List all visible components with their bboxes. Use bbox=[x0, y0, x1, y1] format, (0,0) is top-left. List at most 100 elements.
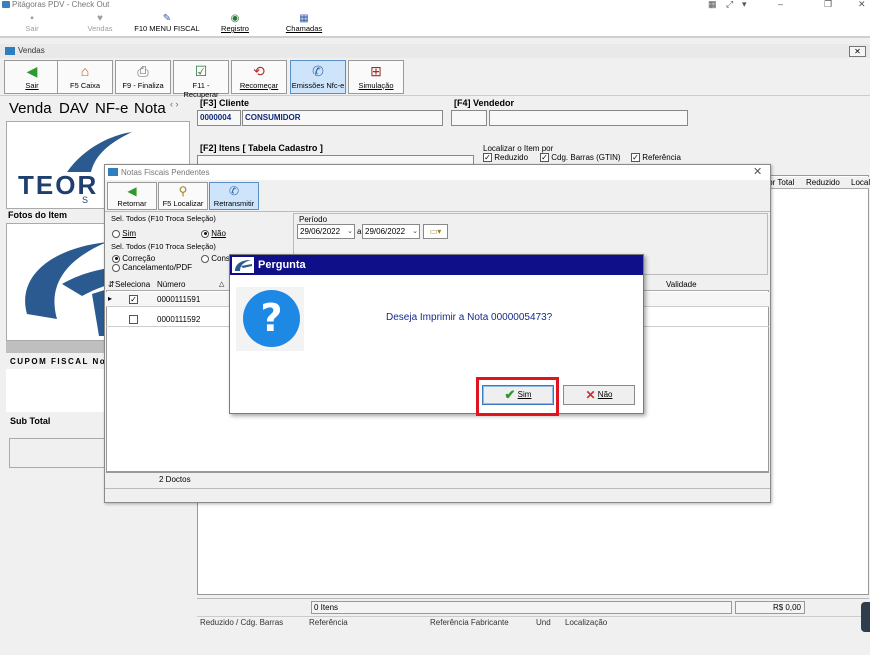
subtotal-label: Sub Total bbox=[10, 416, 51, 426]
retransmit-icon: ✆ bbox=[228, 184, 240, 198]
date-to-field[interactable]: 29/06/2022 ⌄ bbox=[362, 224, 420, 239]
vendas-top-button[interactable]: ♥ Vendas bbox=[84, 13, 116, 37]
radio-nao[interactable]: Não bbox=[201, 229, 226, 238]
sel-todos-label-2: Sel. Todos (F10 Troca Seleção) bbox=[111, 242, 216, 251]
notas-close-icon[interactable]: ✕ bbox=[753, 165, 762, 180]
recomecar-button[interactable]: ⟲ Recomeçar bbox=[231, 60, 287, 94]
col-referencia: Referência bbox=[309, 618, 348, 627]
localizar-button[interactable]: ⚲ F5 Localizar bbox=[158, 182, 208, 210]
chevron-down-icon[interactable]: ▾ bbox=[742, 0, 747, 9]
radio-cancelamento-label: Cancelamento/PDF bbox=[122, 263, 193, 272]
retransmitir-button[interactable]: ✆ Retransmitir bbox=[209, 182, 259, 210]
sair-top-label: Sair bbox=[25, 24, 39, 33]
exit-arrow-icon: ◀ bbox=[26, 63, 38, 79]
calendar-button[interactable]: ▭▾ bbox=[423, 224, 448, 239]
cliente-name-field[interactable]: CONSUMIDOR bbox=[242, 110, 443, 126]
localizar-referencia[interactable]: ✓ Referência bbox=[631, 153, 681, 163]
vendedor-name-field[interactable] bbox=[489, 110, 688, 126]
caixa-label: F5 Caixa bbox=[69, 81, 100, 90]
restart-icon: ⟲ bbox=[253, 63, 265, 79]
recuperar-button[interactable]: ☑ F11 - Recuperar bbox=[173, 60, 229, 99]
col-seleciona-icon: ⇵ bbox=[108, 280, 115, 289]
radio-correcao[interactable]: Correção bbox=[112, 254, 155, 263]
tab-scroll-arrows[interactable]: ‹ › bbox=[170, 99, 179, 109]
vendas-title: Vendas bbox=[18, 46, 45, 55]
col-referencia-fabricante: Referência Fabricante bbox=[430, 618, 509, 627]
binoculars-icon: ⚲ bbox=[178, 184, 188, 198]
cliente-label: [F3] Cliente bbox=[200, 98, 250, 108]
items-label: [F2] Itens [ Tabela Cadastro ] bbox=[200, 143, 323, 153]
items-count: 0 Itens bbox=[311, 601, 732, 614]
row-numero: 0000111592 bbox=[157, 315, 201, 324]
nao-button[interactable]: ✕ Não bbox=[563, 385, 635, 405]
simulacao-label: Simulação bbox=[358, 81, 394, 90]
nao-label: Não bbox=[597, 390, 613, 399]
logo-swoosh-icon bbox=[235, 260, 252, 271]
restore-icon[interactable]: ❐ bbox=[824, 0, 832, 9]
sair-button[interactable]: ◀ Sair bbox=[4, 60, 60, 94]
col-localizacao[interactable]: Locali bbox=[851, 178, 870, 187]
registro-button[interactable]: ◉ Registro bbox=[218, 13, 252, 37]
tab-dav[interactable]: DAV bbox=[59, 100, 89, 117]
radio-nao-label: Não bbox=[211, 229, 226, 238]
simulation-icon: ⊞ bbox=[370, 63, 382, 79]
side-chat-widget[interactable] bbox=[861, 602, 870, 632]
col-reduzido[interactable]: Reduzido bbox=[806, 178, 840, 187]
register-icon: ◉ bbox=[230, 13, 240, 24]
radio-cons-icon bbox=[201, 254, 209, 263]
periodo-label: Período bbox=[299, 215, 328, 224]
doc-count: 2 Doctos bbox=[159, 475, 191, 484]
minimize-icon[interactable]: – bbox=[778, 0, 783, 9]
calls-icon: ▦ bbox=[299, 13, 309, 24]
finaliza-label: F9 - Finaliza bbox=[122, 81, 164, 90]
close-icon[interactable]: ✕ bbox=[858, 0, 866, 9]
menu-fiscal-button[interactable]: ✎ F10 MENU FISCAL bbox=[134, 13, 200, 37]
col-localizacao-detail: Localização bbox=[565, 618, 608, 627]
calendar-icon: ▭▾ bbox=[429, 227, 442, 236]
question-icon: ? bbox=[243, 290, 300, 347]
exit-icon: ▪ bbox=[30, 13, 34, 24]
finaliza-button[interactable]: ⎙ F9 - Finaliza bbox=[115, 60, 171, 94]
localizar-reduzido[interactable]: ✓ Reduzido bbox=[483, 153, 528, 163]
app-title: Pitágoras PDV - Check Out bbox=[12, 0, 110, 9]
localizar-label-btn: F5 Localizar bbox=[162, 199, 204, 208]
notas-title: Notas Fiscais Pendentes bbox=[121, 168, 210, 177]
vendas-close-button[interactable]: ✕ bbox=[849, 46, 866, 57]
cart-icon: ♥ bbox=[97, 13, 103, 24]
cliente-code-field[interactable]: 0000004 bbox=[197, 110, 241, 126]
tab-nfe[interactable]: NF-e bbox=[95, 100, 128, 117]
expand-icon[interactable]: ⤢ bbox=[726, 0, 733, 9]
grid-icon[interactable]: ▦ bbox=[708, 0, 717, 9]
localizar-gtin[interactable]: ✓ Cdg. Barras (GTIN) bbox=[540, 153, 621, 163]
row-select-checkbox[interactable]: ✓ bbox=[129, 295, 138, 305]
radio-sim[interactable]: Sim bbox=[112, 229, 136, 238]
row-select-checkbox[interactable] bbox=[129, 315, 138, 325]
pergunta-title-bar: Pergunta bbox=[230, 255, 643, 275]
vendas-top-label: Vendas bbox=[87, 24, 113, 33]
retornar-button[interactable]: ◀ Retornar bbox=[107, 182, 157, 210]
col-validade[interactable]: Validade bbox=[666, 280, 697, 289]
sim-button-highlight bbox=[476, 377, 559, 416]
chamadas-button[interactable]: ▦ Chamadas bbox=[284, 13, 324, 37]
vendedor-code-field[interactable] bbox=[451, 110, 487, 126]
radio-cons[interactable]: Cons bbox=[201, 254, 230, 263]
localizar-label: Localizar o Item por bbox=[483, 144, 554, 153]
vendas-window-icon bbox=[5, 47, 15, 55]
sair-top-button[interactable]: ▪ Sair bbox=[18, 13, 46, 37]
col-seleciona[interactable]: Seleciona bbox=[115, 280, 150, 289]
check-icon: ✓ bbox=[540, 153, 549, 163]
tab-venda[interactable]: Venda bbox=[9, 100, 52, 117]
simulacao-button[interactable]: ⊞ Simulação bbox=[348, 60, 404, 94]
radio-cancelamento[interactable]: Cancelamento/PDF bbox=[112, 263, 192, 272]
vendedor-label: [F4] Vendedor bbox=[454, 98, 515, 108]
row-numero: 0000111591 bbox=[157, 295, 201, 304]
col-numero[interactable]: Número bbox=[157, 280, 185, 289]
date-from-field[interactable]: 29/06/2022 ⌄ bbox=[297, 224, 355, 239]
caixa-button[interactable]: ⌂ F5 Caixa bbox=[57, 60, 113, 94]
tab-nota[interactable]: Nota bbox=[134, 100, 166, 117]
emissoes-nfce-button[interactable]: ✆ Emissões Nfc-e bbox=[290, 60, 346, 94]
col-reduzido-barras: Reduzido / Cdg. Barras bbox=[200, 618, 284, 627]
radio-sim-icon bbox=[112, 229, 120, 238]
check-icon: ✓ bbox=[129, 295, 138, 305]
nfce-icon: ✆ bbox=[312, 63, 324, 79]
